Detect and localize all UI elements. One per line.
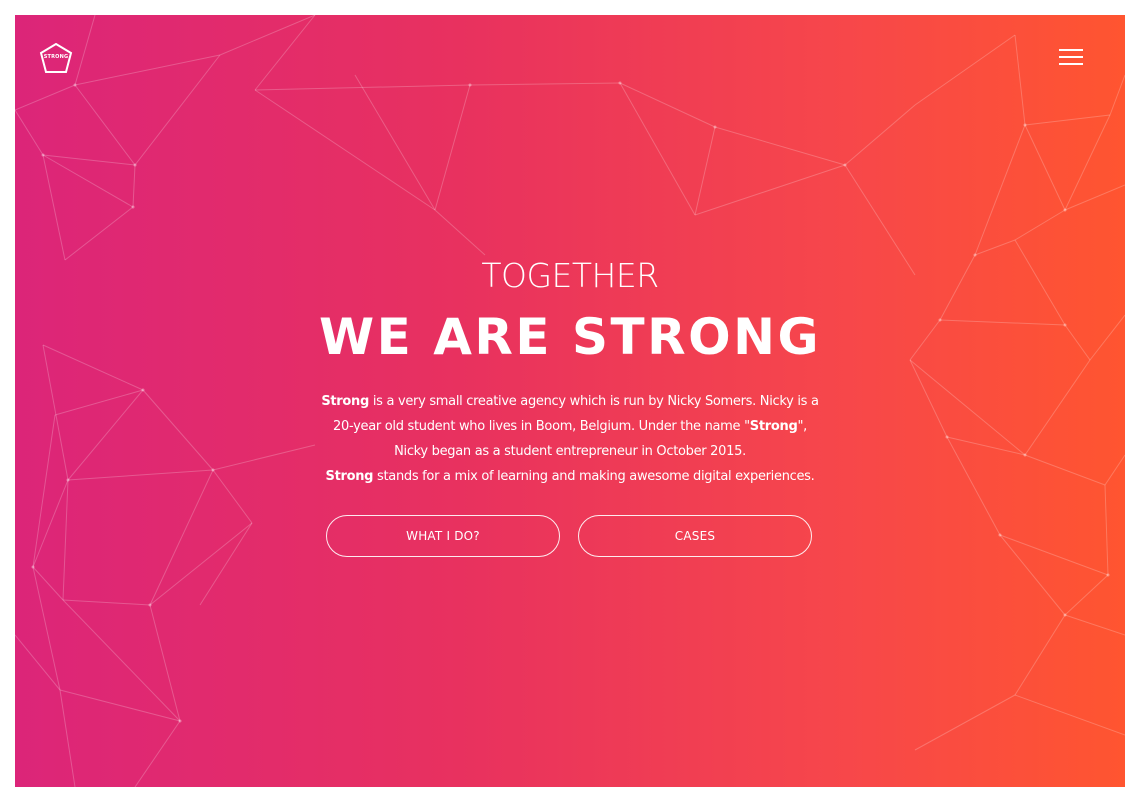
hero-headline: WE ARE STRONG bbox=[319, 308, 821, 366]
cases-button[interactable]: CASES bbox=[578, 515, 812, 557]
hero-intro: Strong is a very small creative agency w… bbox=[290, 389, 850, 489]
intro-line: 20-year old student who lives in Boom, B… bbox=[290, 414, 850, 439]
strong-logo[interactable]: STRONG bbox=[39, 42, 73, 75]
brand-name: Strong bbox=[325, 469, 374, 484]
intro-text: stands for a mix of learning and making … bbox=[373, 469, 815, 484]
menu-bar bbox=[1059, 56, 1083, 58]
menu-bar bbox=[1059, 49, 1083, 51]
intro-line: Nicky began as a student entrepreneur in… bbox=[394, 444, 746, 459]
hero-actions: WHAT I DO? CASES bbox=[326, 515, 816, 559]
intro-text: 20-year old student who lives in Boom, B… bbox=[333, 419, 750, 434]
logo-wordmark: STRONG bbox=[43, 54, 69, 60]
hero-content: TOGETHER WE ARE STRONG Strong is a very … bbox=[15, 253, 1125, 489]
intro-text: is a very small creative agency which is… bbox=[369, 394, 819, 409]
hero-section: STRONG TOGETHER WE ARE STRONG Strong is … bbox=[15, 15, 1125, 787]
hamburger-menu-icon[interactable] bbox=[1059, 47, 1085, 67]
menu-bar bbox=[1059, 63, 1083, 65]
what-i-do-button[interactable]: WHAT I DO? bbox=[326, 515, 560, 557]
brand-name: Strong bbox=[321, 394, 370, 409]
mesh-top bbox=[254, 15, 1016, 276]
intro-text: ", bbox=[797, 419, 807, 434]
intro-line: Strong is a very small creative agency w… bbox=[290, 389, 850, 414]
brand-name: Strong bbox=[749, 419, 798, 434]
hero-eyebrow: TOGETHER bbox=[481, 256, 659, 295]
intro-line: Strong stands for a mix of learning and … bbox=[290, 464, 850, 489]
